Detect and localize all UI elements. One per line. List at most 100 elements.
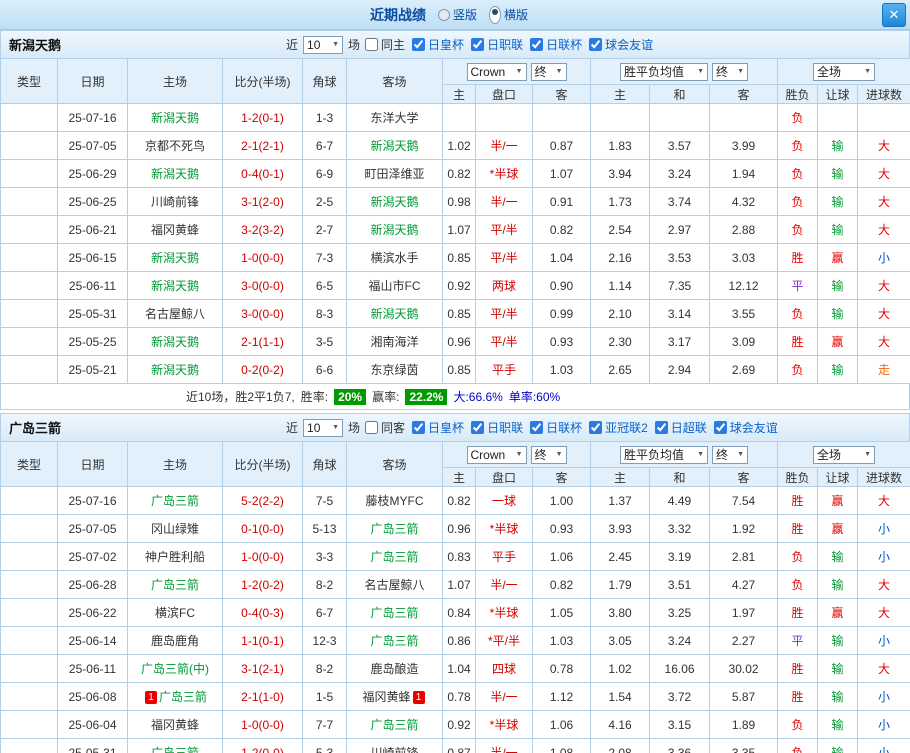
away-team-cell[interactable]: 福山市FC <box>346 271 443 300</box>
away-team-cell[interactable]: 湘南海洋 <box>346 327 443 356</box>
filter-checkbox-input[interactable] <box>713 421 727 434</box>
home-team-cell[interactable]: 名古屋鲸八 <box>127 299 223 328</box>
corner-cell: 12-3 <box>302 626 347 655</box>
home-team-cell[interactable]: 福冈黄蜂 <box>127 215 223 244</box>
wdl-stage-select[interactable]: 终 ▼ <box>712 62 749 81</box>
filter-checkbox[interactable]: 日职联 <box>471 36 523 53</box>
handicap-result-cell: 输 <box>817 626 859 655</box>
home-team-cell[interactable]: 神户胜利船 <box>127 542 223 571</box>
away-team-cell[interactable]: 东京绿茵 <box>346 355 443 384</box>
wdl-average-select[interactable]: 胜平负均值 ▼ <box>620 445 709 464</box>
filter-checkbox[interactable]: 日皇杯 <box>412 419 464 436</box>
filter-checkbox[interactable]: 球会友谊 <box>713 419 778 436</box>
home-team-cell[interactable]: 新潟天鹅 <box>127 159 223 188</box>
away-team-cell[interactable]: 广岛三箭 <box>346 598 443 627</box>
bookmaker-select[interactable]: Crown ▼ <box>466 62 527 81</box>
home-team-cell[interactable]: 川崎前锋 <box>127 187 223 216</box>
home-team-cell[interactable]: 广岛三箭 <box>127 570 223 599</box>
goals-result-cell: 小 <box>857 542 910 571</box>
avg-draw-cell: 3.25 <box>649 598 711 627</box>
filter-checkbox[interactable]: 日联杯 <box>530 419 582 436</box>
home-team-cell[interactable]: 新潟天鹅 <box>127 243 223 272</box>
away-team-cell[interactable]: 鹿岛酿造 <box>346 654 443 683</box>
filter-checkbox[interactable]: 日超联 <box>654 419 707 436</box>
away-team-cell[interactable]: 福冈黄蜂 1 <box>346 682 443 711</box>
home-team-cell[interactable]: 广岛三箭 <box>127 486 223 515</box>
home-team-cell[interactable]: 福冈黄蜂 <box>127 710 223 739</box>
home-team-cell[interactable]: 广岛三箭 <box>127 738 223 753</box>
filter-checkbox-label: 日超联 <box>670 421 707 435</box>
match-row: 日皇杯 25-06-11 广岛三箭(中) 3-1(2-1) 8-2 鹿岛酿造 1… <box>0 654 910 683</box>
league-cell: 日联杯 <box>0 682 58 711</box>
date-cell: 25-07-05 <box>57 514 128 543</box>
odds-stage-select[interactable]: 终 ▼ <box>530 62 567 81</box>
filter-checkbox-input[interactable] <box>412 421 426 434</box>
away-team-cell[interactable]: 广岛三箭 <box>346 514 443 543</box>
home-team-cell[interactable]: 1 广岛三箭 <box>127 682 223 711</box>
score-cell: 1-0(0-0) <box>222 710 303 739</box>
odds-stage-select[interactable]: 终 ▼ <box>530 445 567 464</box>
away-team-cell[interactable]: 新潟天鹅 <box>346 215 443 244</box>
away-team-cell[interactable]: 新潟天鹅 <box>346 299 443 328</box>
goals-result-cell: 大 <box>857 159 910 188</box>
home-team-cell[interactable]: 横滨FC <box>127 598 223 627</box>
radio-horizontal[interactable]: 横版 <box>489 5 528 24</box>
filter-checkbox-input[interactable] <box>530 421 544 434</box>
filter-checkbox[interactable]: 日皇杯 <box>412 36 464 53</box>
away-team-cell[interactable]: 藤枝MYFC <box>346 486 443 515</box>
away-team-cell[interactable]: 横滨水手 <box>346 243 443 272</box>
filter-checkbox[interactable]: 球会友谊 <box>589 36 653 53</box>
score-cell: 3-0(0-0) <box>222 299 303 328</box>
away-team-cell[interactable]: 町田泽维亚 <box>346 159 443 188</box>
away-team-cell[interactable]: 名古屋鲸八 <box>346 570 443 599</box>
home-odds-cell: 0.92 <box>442 271 476 300</box>
filter-checkbox-input[interactable] <box>589 421 603 434</box>
match-count-select[interactable]: 10 ▼ <box>303 35 344 54</box>
home-team-cell[interactable]: 新潟天鹅 <box>127 271 223 300</box>
bookmaker-select[interactable]: Crown ▼ <box>466 445 527 464</box>
away-team-cell[interactable]: 新潟天鹅 <box>346 187 443 216</box>
avg-win-cell <box>590 103 651 132</box>
filter-checkbox-input[interactable] <box>365 38 379 51</box>
league-cell: 日皇杯 <box>0 271 58 300</box>
filter-checkbox-input[interactable] <box>530 38 544 51</box>
filter-checkbox[interactable]: 同客 <box>365 419 405 436</box>
home-team-cell[interactable]: 新潟天鹅 <box>127 355 223 384</box>
away-team-cell[interactable]: 新潟天鹅 <box>346 131 443 160</box>
away-team-cell[interactable]: 广岛三箭 <box>346 626 443 655</box>
away-team-cell[interactable]: 广岛三箭 <box>346 542 443 571</box>
filter-checkbox[interactable]: 日职联 <box>471 419 523 436</box>
scope-select[interactable]: 全场 ▼ <box>813 62 876 81</box>
handicap-cell: 两球 <box>475 271 533 300</box>
filter-checkbox-input[interactable] <box>471 38 485 51</box>
home-team-cell[interactable]: 冈山绿雉 <box>127 514 223 543</box>
home-team-cell[interactable]: 鹿岛鹿角 <box>127 626 223 655</box>
match-count-select[interactable]: 10 ▼ <box>303 418 344 437</box>
filter-checkbox-input[interactable] <box>365 421 379 434</box>
filter-checkbox-input[interactable] <box>654 421 668 434</box>
match-row: 日职联 25-05-31 名古屋鲸八 3-0(0-0) 8-3 新潟天鹅 0.8… <box>0 299 910 328</box>
filter-checkbox[interactable]: 同主 <box>365 36 405 53</box>
filter-checkbox[interactable]: 亚冠联2 <box>589 419 648 436</box>
wdl-stage-select[interactable]: 终 ▼ <box>712 445 749 464</box>
home-team-cell[interactable]: 京都不死鸟 <box>127 131 223 160</box>
home-team-cell[interactable]: 新潟天鹅 <box>127 103 223 132</box>
near-label: 近 <box>286 421 299 435</box>
home-team-cell[interactable]: 新潟天鹅 <box>127 327 223 356</box>
filter-checkbox-input[interactable] <box>471 421 485 434</box>
filter-checkbox-input[interactable] <box>412 38 426 51</box>
radio-vertical[interactable]: 竖版 <box>437 6 477 23</box>
col-avg-win: 主 <box>590 84 651 104</box>
close-button[interactable]: ✕ <box>882 3 906 27</box>
filter-checkbox[interactable]: 日联杯 <box>530 36 582 53</box>
home-team-cell[interactable]: 广岛三箭(中) <box>127 654 223 683</box>
away-team-cell[interactable]: 广岛三箭 <box>346 710 443 739</box>
away-team-cell[interactable]: 东洋大学 <box>346 103 443 132</box>
avg-win-cell: 3.93 <box>590 514 651 543</box>
filter-checkbox-input[interactable] <box>589 38 603 51</box>
home-odds-cell: 0.86 <box>442 626 476 655</box>
scope-select[interactable]: 全场 ▼ <box>813 445 876 464</box>
avg-win-cell: 2.08 <box>590 738 651 753</box>
away-team-cell[interactable]: 川崎前锋 <box>346 738 443 753</box>
wdl-average-select[interactable]: 胜平负均值 ▼ <box>620 62 709 81</box>
